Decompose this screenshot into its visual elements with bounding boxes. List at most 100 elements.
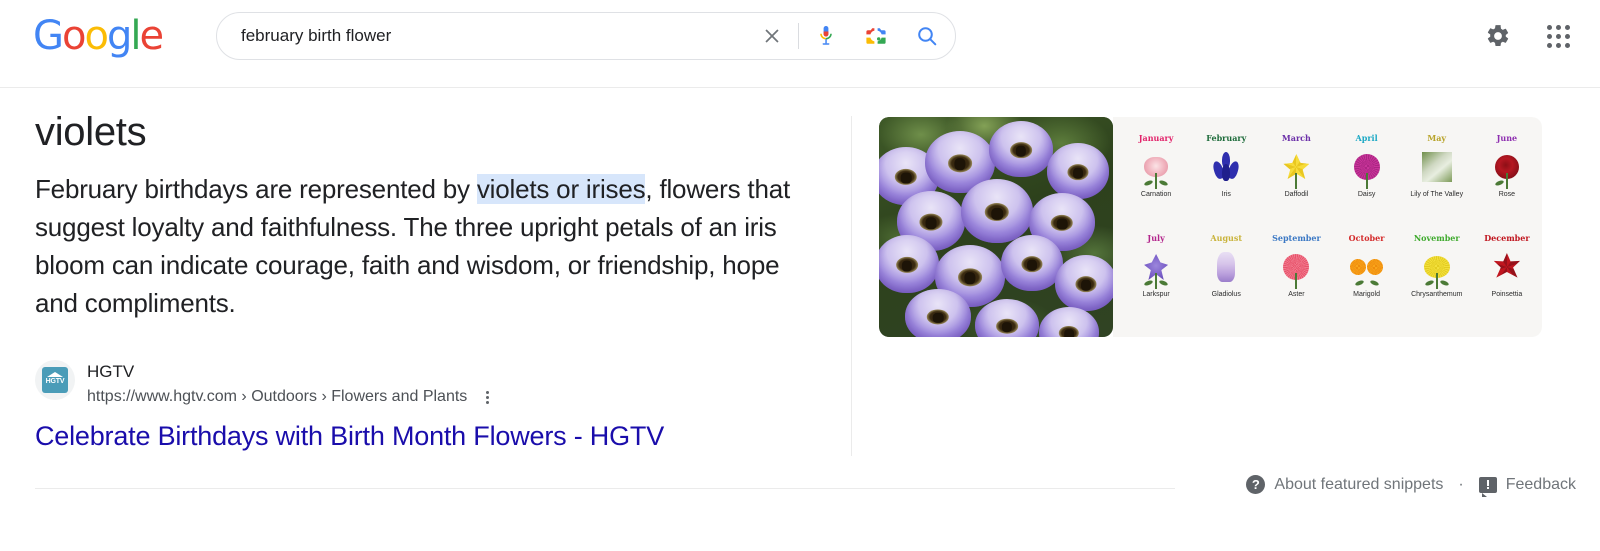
lily-of-the-valley-icon	[1420, 145, 1454, 189]
logo-letter: o	[62, 16, 84, 56]
search-divider	[798, 23, 799, 49]
logo-letter: G	[33, 16, 62, 56]
month-cell-december: December Poinsettia	[1472, 231, 1542, 329]
pansy-bloom	[905, 289, 971, 337]
search-icon[interactable]	[905, 16, 949, 56]
daffodil-icon	[1279, 145, 1313, 189]
snippet-separator	[35, 488, 1175, 489]
feedback-link[interactable]: Feedback	[1479, 476, 1576, 494]
roof-shape	[47, 372, 63, 377]
month-cell-october: October Marigold	[1331, 231, 1401, 329]
about-featured-snippets-label: About featured snippets	[1274, 476, 1443, 494]
gear-icon[interactable]	[1476, 14, 1520, 58]
month-cell-may: May Lily of The Valley	[1402, 131, 1472, 229]
pansy-bloom	[879, 235, 939, 293]
source-url-row: https://www.hgtv.com › Outdoors › Flower…	[87, 385, 499, 409]
flower-label: Lily of The Valley	[1410, 190, 1463, 199]
flower-label: Gladiolus	[1212, 290, 1241, 299]
month-label: December	[1484, 233, 1529, 243]
pansy-bloom	[989, 121, 1053, 177]
month-cell-april: April Daisy	[1331, 131, 1401, 229]
month-label: October	[1349, 233, 1385, 243]
month-cell-november: November Chrysanthemum	[1402, 231, 1472, 329]
flower-label: Chrysanthemum	[1411, 290, 1462, 299]
feedback-label: Feedback	[1506, 476, 1576, 494]
snippet-body: February birthdays are represented by vi…	[35, 170, 825, 322]
month-cell-august: August Gladiolus	[1191, 231, 1261, 329]
flower-label: Daffodil	[1285, 190, 1309, 199]
page-title: violets	[35, 108, 835, 156]
aster-icon	[1279, 245, 1313, 289]
month-cell-june: June Rose	[1472, 131, 1542, 229]
month-label: March	[1282, 133, 1311, 143]
logo-letter: g	[107, 16, 130, 56]
source-attribution[interactable]: HGTV HGTV https://www.hgtv.com › Outdoor…	[35, 360, 499, 409]
snippet-highlight: violets or irises	[477, 174, 646, 204]
month-cell-march: March Daffodil	[1261, 131, 1331, 229]
favicon-container: HGTV	[35, 360, 75, 400]
search-input[interactable]: february birth flower	[217, 26, 752, 46]
pansy-bloom	[1001, 235, 1063, 291]
flower-label: Carnation	[1141, 190, 1171, 199]
feedback-icon	[1479, 477, 1497, 493]
close-icon[interactable]	[752, 16, 792, 56]
about-featured-snippets-link[interactable]: ? About featured snippets	[1246, 475, 1443, 494]
birth-month-chart-image[interactable]: January Carnation February Iris	[1113, 117, 1542, 337]
month-label: May	[1427, 133, 1446, 143]
month-label: August	[1210, 233, 1242, 243]
rose-icon	[1490, 145, 1524, 189]
source-text: HGTV https://www.hgtv.com › Outdoors › F…	[87, 360, 499, 409]
pansy-bloom	[1047, 143, 1109, 199]
help-circle-icon: ?	[1246, 475, 1265, 494]
violet-photo[interactable]	[879, 117, 1113, 337]
month-cell-july: July Larkspur	[1121, 231, 1191, 329]
month-cell-january: January Carnation	[1121, 131, 1191, 229]
search-bar[interactable]: february birth flower	[216, 12, 956, 60]
flower-label: Larkspur	[1142, 290, 1169, 299]
pansy-bloom	[1055, 255, 1113, 311]
marigold-icon	[1350, 245, 1384, 289]
snippet-body-before: February birthdays are represented by	[35, 174, 477, 204]
pansy-bloom	[961, 179, 1033, 243]
result-title-link[interactable]: Celebrate Birthdays with Birth Month Flo…	[35, 418, 664, 454]
snippet-footer: ? About featured snippets · Feedback	[1246, 475, 1576, 494]
flower-label: Poinsettia	[1492, 290, 1523, 299]
month-label: April	[1356, 133, 1378, 143]
iris-icon	[1209, 145, 1243, 189]
daisy-icon	[1350, 145, 1384, 189]
poinsettia-icon	[1490, 245, 1524, 289]
gladiolus-icon	[1209, 245, 1243, 289]
carnation-icon	[1139, 145, 1173, 189]
column-divider	[851, 116, 852, 456]
search-header: Google february birth flower	[0, 0, 1600, 88]
snippet-image-panel[interactable]: January Carnation February Iris	[879, 117, 1542, 337]
apps-grid-icon[interactable]	[1536, 14, 1580, 58]
month-label: January	[1139, 133, 1174, 143]
logo-letter: e	[139, 16, 162, 56]
three-dot-menu-icon[interactable]	[475, 385, 499, 409]
month-label: September	[1272, 233, 1321, 243]
breadcrumb: https://www.hgtv.com › Outdoors › Flower…	[87, 386, 467, 408]
month-label: July	[1147, 233, 1164, 243]
chart-grid: January Carnation February Iris	[1121, 131, 1542, 329]
footer-separator: ·	[1458, 476, 1463, 494]
hgtv-favicon-icon: HGTV	[42, 367, 68, 393]
source-site-name: HGTV	[87, 361, 499, 383]
flower-label: Rose	[1499, 190, 1515, 199]
google-logo[interactable]: Google	[33, 16, 162, 56]
logo-letter: o	[84, 16, 106, 56]
favicon-label: HGTV	[42, 378, 68, 385]
featured-snippet: violets February birthdays are represent…	[35, 108, 835, 322]
chrysanthemum-icon	[1420, 245, 1454, 289]
month-cell-february: February Iris	[1191, 131, 1261, 229]
logo-letter: l	[130, 16, 139, 56]
google-lens-icon[interactable]	[859, 16, 893, 56]
larkspur-icon	[1139, 245, 1173, 289]
month-label: February	[1206, 133, 1246, 143]
microphone-icon[interactable]	[809, 16, 843, 56]
flower-label: Aster	[1288, 290, 1304, 299]
header-actions	[1476, 14, 1580, 58]
flower-label: Iris	[1222, 190, 1231, 199]
month-cell-september: September Aster	[1261, 231, 1331, 329]
flower-label: Daisy	[1358, 190, 1376, 199]
